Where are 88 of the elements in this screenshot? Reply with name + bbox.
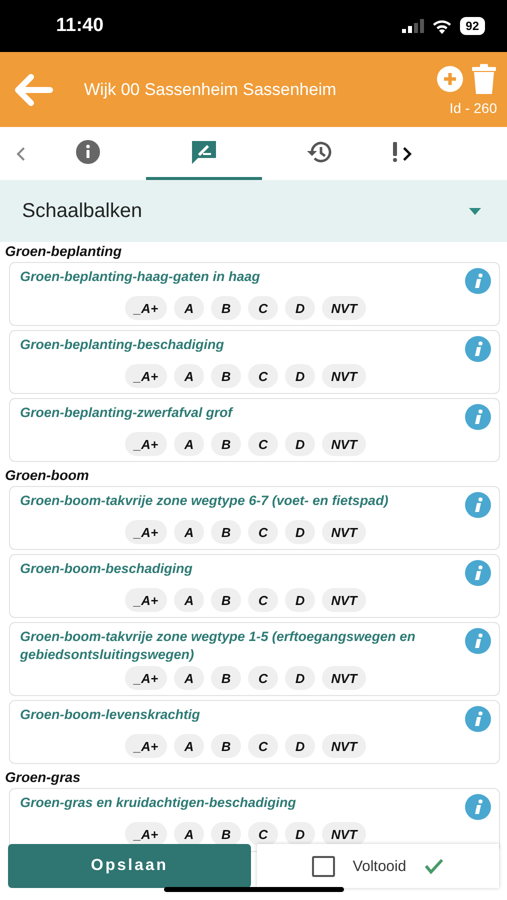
grade-option[interactable]: _A+ — [124, 296, 168, 320]
grade-option[interactable]: _A+ — [124, 822, 168, 846]
grade-option[interactable]: B — [211, 296, 242, 320]
grade-option[interactable]: D — [285, 432, 316, 456]
group-title: Groen-gras — [5, 769, 82, 785]
grade-option[interactable]: C — [248, 296, 278, 320]
grade-option[interactable]: B — [211, 364, 242, 388]
grade-option[interactable]: A — [174, 822, 204, 846]
grade-option[interactable]: C — [248, 822, 278, 846]
question-title: Groen-beplanting-beschadiging — [20, 336, 224, 354]
grade-option[interactable]: C — [248, 588, 278, 612]
grade-option[interactable]: _A+ — [124, 666, 168, 690]
question-title: Groen-gras en kruidachtigen-beschadiging — [20, 794, 296, 812]
grade-option[interactable]: NVT — [322, 364, 366, 388]
grade-option[interactable]: NVT — [322, 296, 366, 320]
question-title: Groen-boom-takvrije zone wegtype 1-5 (erftoegangswegen en gebiedsontsluitingswegen) — [20, 628, 416, 664]
grade-option[interactable]: NVT — [322, 588, 366, 612]
grade-option[interactable]: B — [211, 432, 242, 456]
add-icon[interactable] — [437, 66, 463, 92]
info-icon[interactable] — [465, 268, 491, 294]
completed-label: Voltooid — [352, 858, 406, 874]
grade-option[interactable]: A — [174, 364, 204, 388]
grade-option[interactable]: B — [211, 588, 242, 612]
grade-option[interactable]: _A+ — [124, 734, 168, 758]
question-title: Groen-boom-beschadiging — [20, 560, 193, 578]
page-title: Wijk 00 Sassenheim Sassenheim — [84, 80, 338, 100]
record-id: Id - 260 — [450, 100, 497, 116]
grade-option[interactable]: C — [248, 520, 278, 544]
info-icon[interactable] — [465, 336, 491, 362]
alert-icon — [392, 140, 398, 164]
grade-option[interactable]: D — [285, 520, 316, 544]
history-icon — [306, 139, 334, 165]
signal-icon — [402, 19, 424, 33]
grade-option[interactable]: C — [248, 666, 278, 690]
chevron-right-icon[interactable] — [402, 146, 412, 160]
info-icon[interactable] — [465, 492, 491, 518]
comment-edit-icon — [190, 139, 218, 165]
info-icon — [75, 139, 101, 165]
grade-option[interactable]: _A+ — [124, 432, 168, 456]
grade-option[interactable]: C — [248, 364, 278, 388]
grade-option[interactable]: D — [285, 588, 316, 612]
grade-option[interactable]: B — [211, 520, 242, 544]
dropdown-caret-icon — [469, 208, 481, 214]
status-time: 11:40 — [56, 15, 104, 37]
grade-option[interactable]: A — [174, 296, 204, 320]
grade-option[interactable]: _A+ — [124, 520, 168, 544]
info-icon[interactable] — [465, 404, 491, 430]
question-title: Groen-beplanting-zwerfafval grof — [20, 404, 232, 422]
grade-option[interactable]: D — [285, 666, 316, 690]
info-icon[interactable] — [465, 628, 491, 654]
grade-option[interactable]: D — [285, 364, 316, 388]
save-button[interactable]: Opslaan — [8, 844, 251, 888]
grade-option[interactable]: _A+ — [124, 364, 168, 388]
grade-option[interactable]: C — [248, 734, 278, 758]
grade-option[interactable]: D — [285, 822, 316, 846]
group-title: Groen-boom — [5, 467, 90, 483]
grade-option[interactable]: NVT — [322, 666, 366, 690]
battery-level: 92 — [460, 17, 485, 35]
grade-option[interactable]: B — [211, 822, 242, 846]
grade-option[interactable]: D — [285, 734, 316, 758]
question-title: Groen-beplanting-haag-gaten in haag — [20, 268, 260, 286]
chevron-left-icon[interactable] — [16, 146, 26, 160]
info-icon[interactable] — [465, 560, 491, 586]
section-header[interactable]: Schaalbalken — [0, 180, 507, 242]
group-title: Groen-beplanting — [5, 243, 123, 259]
grade-option[interactable]: NVT — [322, 432, 366, 456]
grade-option[interactable]: A — [174, 734, 204, 758]
completed-checkbox[interactable] — [312, 856, 335, 876]
checkmark-icon — [424, 858, 444, 874]
back-arrow-icon[interactable] — [14, 74, 54, 106]
question-title: Groen-boom-levenskrachtig — [20, 706, 200, 724]
grade-option[interactable]: NVT — [322, 734, 366, 758]
grade-option[interactable]: A — [174, 666, 204, 690]
grade-option[interactable]: NVT — [322, 822, 366, 846]
question-title: Groen-boom-takvrije zone wegtype 6-7 (voet- en fietspad) — [20, 492, 388, 510]
grade-option[interactable]: D — [285, 296, 316, 320]
grade-option[interactable]: B — [211, 666, 242, 690]
grade-option[interactable]: B — [211, 734, 242, 758]
wifi-icon — [432, 18, 452, 34]
grade-option[interactable]: _A+ — [124, 588, 168, 612]
grade-option[interactable]: A — [174, 520, 204, 544]
grade-option[interactable]: C — [248, 432, 278, 456]
info-icon[interactable] — [465, 794, 491, 820]
info-icon[interactable] — [465, 706, 491, 732]
grade-option[interactable]: A — [174, 432, 204, 456]
grade-option[interactable]: A — [174, 588, 204, 612]
grade-option[interactable]: NVT — [322, 520, 366, 544]
trash-icon[interactable] — [471, 64, 497, 94]
